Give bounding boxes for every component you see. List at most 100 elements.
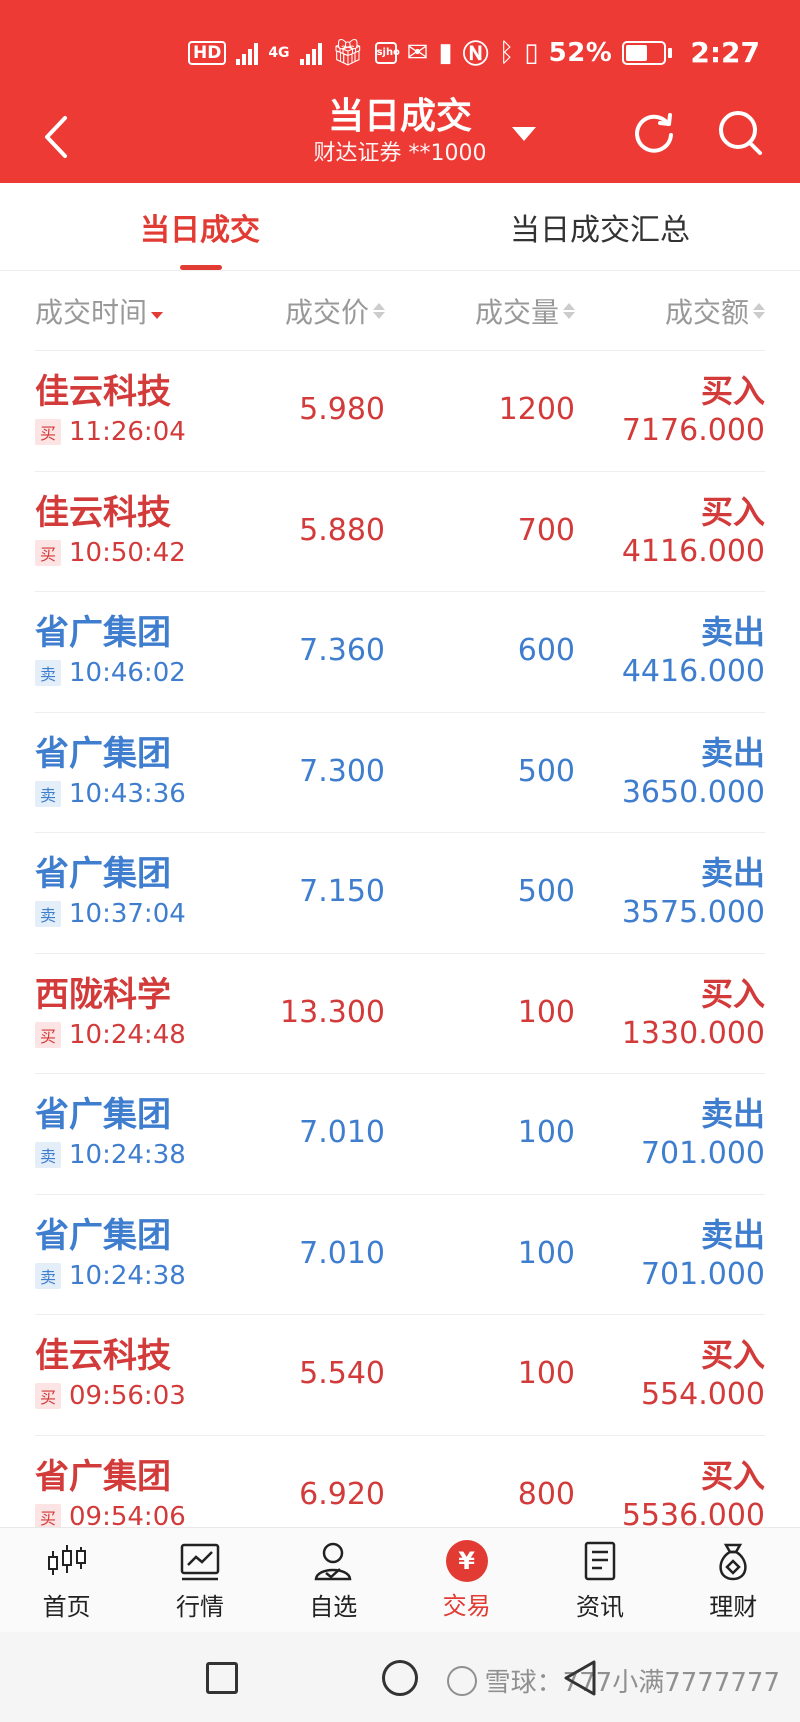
trade-time: 09:56:03 xyxy=(69,1381,186,1411)
stock-name: 省广集团 xyxy=(35,1215,171,1256)
yuan-icon: ¥ xyxy=(445,1539,488,1582)
back-button[interactable] xyxy=(36,107,76,167)
trade-row[interactable]: 佳云科技买 09:56:03 5.540 100 买入 554.000 xyxy=(35,1315,765,1436)
trade-price: 5.980 xyxy=(299,392,385,427)
app-root: HD 4G 🎁︎ sjho ✉︎ ▮ Ⓝ ᛒ ▯ 52% 2:27 当日成交 财… xyxy=(0,0,800,1722)
app-icon: sjho xyxy=(374,41,400,64)
tab-bar: 当日成交 当日成交汇总 xyxy=(0,183,800,271)
nav-label: 交易 xyxy=(442,1591,491,1620)
nav-label: 首页 xyxy=(42,1592,91,1621)
column-header: 成交时间 成交价 成交量 成交额 xyxy=(35,271,765,351)
side-badge: 买 xyxy=(35,1383,61,1409)
tab-daily-summary[interactable]: 当日成交汇总 xyxy=(400,183,800,271)
trade-time: 10:50:42 xyxy=(69,537,186,568)
signal-icon-2 xyxy=(299,41,322,65)
trade-volume: 100 xyxy=(517,994,575,1030)
nav-item[interactable]: 自选 xyxy=(267,1528,400,1632)
header: HD 4G 🎁︎ sjho ✉︎ ▮ Ⓝ ᛒ ▯ 52% 2:27 当日成交 财… xyxy=(0,0,800,183)
trade-amount: 7176.000 xyxy=(621,413,765,448)
trade-amount: 3575.000 xyxy=(621,895,765,930)
trade-volume: 100 xyxy=(517,1235,575,1271)
trade-row[interactable]: 省广集团卖 10:43:36 7.300 500 卖出 3650.000 xyxy=(35,713,765,833)
trade-direction: 卖出 xyxy=(700,1095,765,1133)
trade-row[interactable]: 佳云科技买 11:26:04 5.980 1200 买入 7176.000 xyxy=(35,351,765,472)
trade-time: 10:24:38 xyxy=(69,1140,186,1170)
trade-time: 11:26:04 xyxy=(69,417,186,447)
column-label-amount: 成交额 xyxy=(664,296,749,329)
book-icon: ▮ xyxy=(438,37,453,68)
nav-item[interactable]: 资讯 xyxy=(533,1528,666,1632)
trade-meta: 买 10:50:42 xyxy=(35,538,186,568)
trade-row[interactable]: 省广集团卖 10:46:02 7.360 600 卖出 4416.000 xyxy=(35,592,765,713)
stock-name: 省广集团 xyxy=(35,733,171,774)
side-badge: 卖 xyxy=(35,1262,61,1289)
trade-meta: 买 10:24:48 xyxy=(35,1020,186,1050)
sort-by-volume[interactable]: 成交量 xyxy=(475,271,575,351)
nav-item[interactable]: 理财 xyxy=(667,1528,800,1632)
side-badge: 卖 xyxy=(35,780,61,807)
sort-by-price[interactable]: 成交价 xyxy=(285,271,385,351)
sort-by-amount[interactable]: 成交额 xyxy=(665,271,765,351)
side-badge: 买 xyxy=(35,1021,61,1048)
trade-amount: 3650.000 xyxy=(621,774,765,810)
bluetooth-icon: ᛒ xyxy=(498,37,515,68)
trade-time: 10:46:02 xyxy=(69,658,186,688)
tab-daily-trades[interactable]: 当日成交 xyxy=(0,183,400,271)
trade-direction: 卖出 xyxy=(700,854,765,892)
active-tab-indicator xyxy=(180,265,222,270)
money-bag-icon xyxy=(711,1539,755,1583)
trade-amount: 1330.000 xyxy=(621,1015,765,1051)
search-icon[interactable] xyxy=(714,107,764,157)
trade-row[interactable]: 西陇科学买 10:24:48 13.300 100 买入 1330.000 xyxy=(35,954,765,1074)
trade-direction: 买入 xyxy=(700,1336,765,1374)
column-label-volume: 成交量 xyxy=(474,296,559,329)
account-subtitle: 财达证券 **1000 xyxy=(313,141,487,166)
nav-label: 自选 xyxy=(309,1592,358,1621)
trade-row[interactable]: 佳云科技买 10:50:42 5.880 700 买入 4116.000 xyxy=(35,472,765,592)
trade-price: 5.880 xyxy=(299,512,385,548)
watermark-text: 雪球：777小满7777777 xyxy=(484,1668,780,1698)
trade-price: 5.540 xyxy=(299,1356,385,1391)
trade-volume: 500 xyxy=(517,874,575,909)
nav-item[interactable]: ¥ 交易 xyxy=(400,1528,533,1632)
side-badge: 买 xyxy=(35,1503,61,1527)
nav-label: 行情 xyxy=(175,1592,224,1621)
trade-price: 13.300 xyxy=(280,994,385,1030)
sort-icon xyxy=(373,303,385,319)
trade-meta: 卖 10:37:04 xyxy=(35,899,186,929)
sort-by-time[interactable]: 成交时间 xyxy=(35,271,164,351)
nav-item[interactable]: 首页 xyxy=(0,1528,133,1632)
trade-row[interactable]: 省广集团卖 10:24:38 7.010 100 卖出 701.000 xyxy=(35,1074,765,1195)
status-time: 2:27 xyxy=(690,36,760,69)
trade-time: 09:54:06 xyxy=(69,1501,186,1528)
trade-direction: 卖出 xyxy=(700,733,765,772)
recent-apps-button[interactable] xyxy=(206,1662,238,1694)
candlestick-icon xyxy=(45,1539,89,1583)
status-bar: HD 4G 🎁︎ sjho ✉︎ ▮ Ⓝ ᛒ ▯ 52% 2:27 xyxy=(0,0,800,95)
caret-down-icon[interactable] xyxy=(508,117,540,149)
trade-amount: 701.000 xyxy=(640,1136,765,1171)
trade-direction: 买入 xyxy=(700,974,765,1013)
refresh-icon[interactable] xyxy=(630,109,678,157)
trade-amount: 4416.000 xyxy=(621,654,765,689)
trade-row[interactable]: 省广集团卖 10:24:38 7.010 100 卖出 701.000 xyxy=(35,1195,765,1315)
trade-row[interactable]: 省广集团买 09:54:06 6.920 800 买入 5536.000 xyxy=(35,1436,765,1528)
title-group[interactable]: 当日成交 财达证券 **1000 xyxy=(260,95,540,169)
trade-list: 佳云科技买 11:26:04 5.980 1200 买入 7176.000 佳云科技买 10:… xyxy=(35,351,765,1527)
trade-row[interactable]: 省广集团卖 10:37:04 7.150 500 卖出 3575.000 xyxy=(35,833,765,954)
trade-price: 7.300 xyxy=(299,753,385,789)
trade-volume: 100 xyxy=(517,1115,575,1150)
trade-volume: 700 xyxy=(517,512,575,548)
nav-item[interactable]: 行情 xyxy=(133,1528,266,1632)
wechat-icon: ✉︎ xyxy=(406,37,429,68)
bottom-nav: 首页 行情 自选 ¥ 交易 资讯 理财 xyxy=(0,1527,800,1632)
trade-meta: 卖 10:46:02 xyxy=(35,658,186,688)
trade-amount: 5536.000 xyxy=(621,1497,765,1528)
trade-direction: 卖出 xyxy=(700,1215,765,1254)
home-button[interactable] xyxy=(382,1660,418,1696)
column-label-time: 成交时间 xyxy=(35,296,148,329)
trade-volume: 1200 xyxy=(498,392,575,427)
trade-time: 10:37:04 xyxy=(69,899,186,929)
sort-icon xyxy=(563,303,575,319)
trade-amount: 554.000 xyxy=(640,1377,765,1412)
